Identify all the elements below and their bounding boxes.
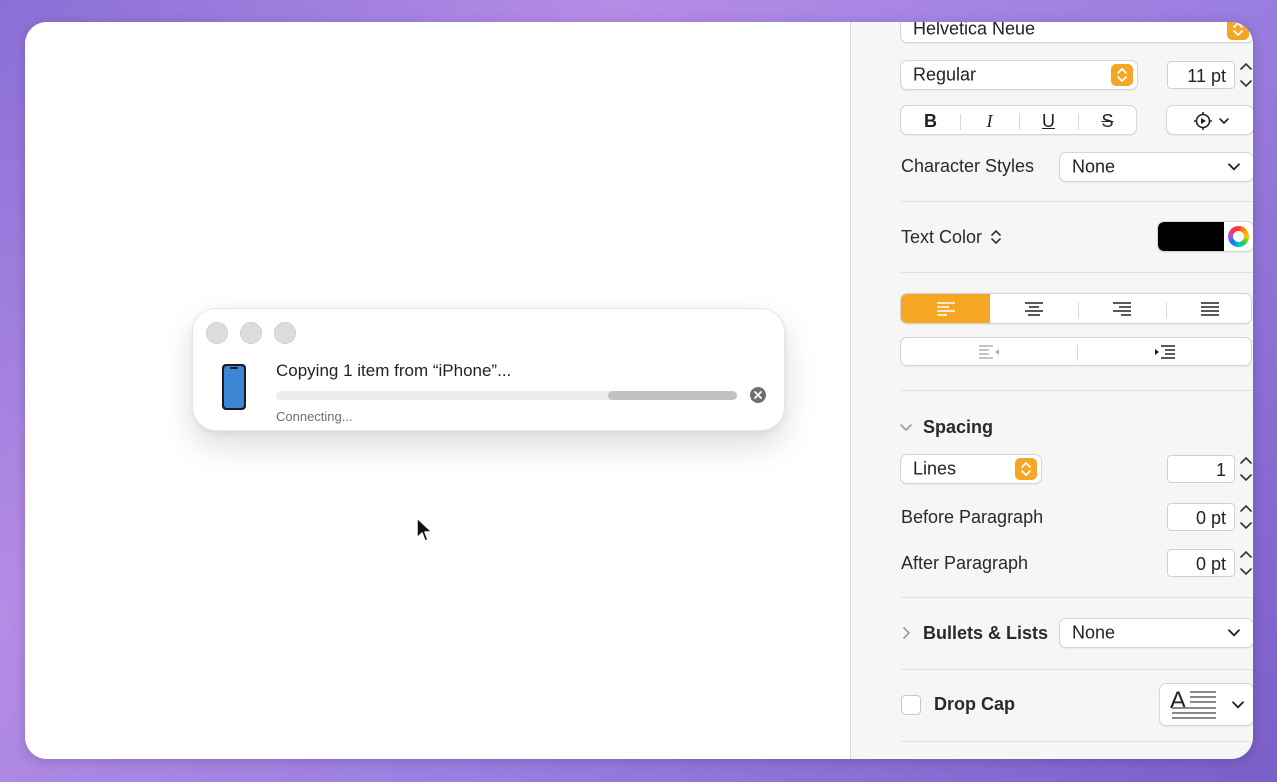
character-styles-label: Character Styles <box>901 156 1035 176</box>
chevron-down-icon <box>1228 163 1240 171</box>
document-canvas[interactable]: Copying 1 item from “iPhone”... Connecti… <box>25 22 850 759</box>
before-paragraph-stepper[interactable] <box>1237 500 1253 534</box>
chevron-down-icon <box>1228 629 1240 637</box>
color-wheel-icon[interactable] <box>1228 226 1249 247</box>
text-color-swatch <box>1158 222 1224 251</box>
align-left-button[interactable] <box>901 294 990 323</box>
progress-bar <box>276 391 737 400</box>
align-right-button[interactable] <box>1078 294 1166 323</box>
font-size-stepper[interactable] <box>1237 58 1253 92</box>
chevron-down-icon <box>1232 700 1244 709</box>
font-size-field[interactable]: 11 pt <box>1167 61 1235 89</box>
text-color-label[interactable]: Text Color <box>901 227 1002 248</box>
align-left-icon <box>937 302 955 316</box>
after-paragraph-label: After Paragraph <box>901 553 1029 573</box>
cancel-copy-icon[interactable] <box>749 386 767 404</box>
drop-cap-checkbox[interactable] <box>901 695 921 715</box>
italic-button[interactable]: I <box>960 111 1019 132</box>
gear-chevron-icon <box>1194 112 1229 130</box>
line-spacing-field[interactable]: 1 <box>1167 455 1235 483</box>
character-styles-value: None <box>1072 156 1116 177</box>
bullets-section-header: Bullets & Lists <box>923 623 1049 643</box>
decrease-indent-button[interactable] <box>901 338 1077 365</box>
drop-cap-preview-icon <box>1172 691 1216 719</box>
drop-cap-label: Drop Cap <box>934 694 1015 714</box>
bullets-popup[interactable]: None <box>1059 618 1253 648</box>
before-paragraph-label: Before Paragraph <box>901 507 1044 527</box>
strikethrough-button[interactable]: S <box>1078 111 1137 132</box>
increase-indent-button[interactable] <box>1077 338 1253 365</box>
up-down-arrows-icon <box>1015 458 1037 480</box>
spacing-section-header: Spacing <box>923 417 994 437</box>
after-paragraph-stepper[interactable] <box>1237 546 1253 580</box>
copy-progress-dialog: Copying 1 item from “iPhone”... Connecti… <box>192 308 785 431</box>
format-inspector: Helvetica Neue Regular 11 pt B I U S Cha… <box>850 22 1253 759</box>
up-down-arrows-icon <box>1227 22 1249 40</box>
up-down-arrows-icon <box>1111 64 1133 86</box>
font-family-popup[interactable]: Helvetica Neue <box>900 22 1253 43</box>
align-right-icon <box>1113 302 1131 316</box>
alignment-control <box>900 293 1252 324</box>
mouse-cursor-icon <box>416 517 433 542</box>
close-window-button[interactable] <box>206 322 228 344</box>
disclosure-chevron-right-icon[interactable] <box>899 626 913 640</box>
justify-icon <box>1201 302 1219 316</box>
increase-indent-icon <box>1155 345 1175 359</box>
decrease-indent-icon <box>979 345 999 359</box>
disclosure-chevron-down-icon[interactable] <box>899 420 913 434</box>
bullets-value: None <box>1072 622 1116 643</box>
spacing-mode-popup[interactable]: Lines <box>900 454 1042 484</box>
dialog-status: Connecting... <box>276 409 353 424</box>
indent-control <box>900 337 1252 366</box>
text-color-well[interactable] <box>1157 221 1253 252</box>
font-family-value: Helvetica Neue <box>913 22 1036 39</box>
after-paragraph-field[interactable]: 0 pt <box>1167 549 1235 577</box>
line-spacing-stepper[interactable] <box>1237 452 1253 486</box>
zoom-window-button[interactable] <box>274 322 296 344</box>
minimize-window-button[interactable] <box>240 322 262 344</box>
text-format-buttons: B I U S <box>900 105 1137 135</box>
up-down-chevron-icon <box>991 229 1001 245</box>
bold-button[interactable]: B <box>901 111 960 132</box>
justify-button[interactable] <box>1166 294 1251 323</box>
dialog-title: Copying 1 item from “iPhone”... <box>276 361 512 380</box>
iphone-icon <box>222 364 246 410</box>
font-style-value: Regular <box>913 64 977 85</box>
app-window: Copying 1 item from “iPhone”... Connecti… <box>25 22 1253 759</box>
align-center-icon <box>1025 302 1043 316</box>
before-paragraph-field[interactable]: 0 pt <box>1167 503 1235 531</box>
text-color-label-text: Text Color <box>901 227 983 247</box>
font-style-popup[interactable]: Regular <box>900 60 1138 90</box>
spacing-mode-value: Lines <box>913 458 957 479</box>
advanced-options-button[interactable] <box>1166 105 1253 135</box>
progress-bar-fill <box>607 391 737 400</box>
drop-cap-style-popup[interactable]: A <box>1159 683 1253 726</box>
align-center-button[interactable] <box>990 294 1078 323</box>
underline-button[interactable]: U <box>1019 111 1078 132</box>
character-styles-popup[interactable]: None <box>1059 152 1253 182</box>
